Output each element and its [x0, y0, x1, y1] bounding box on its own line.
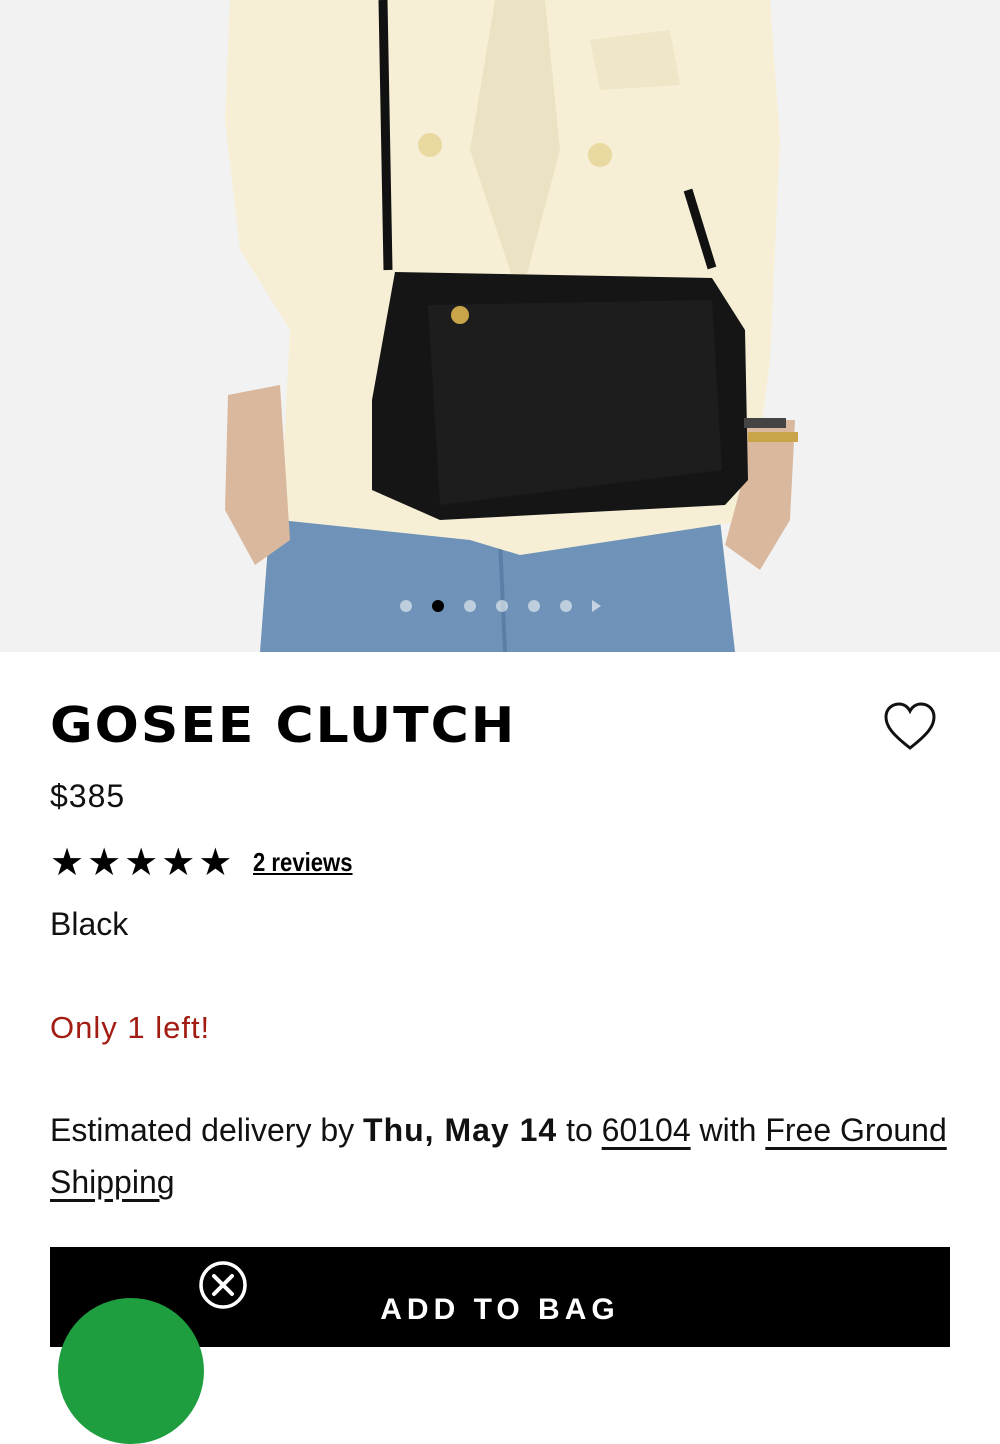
- product-title: GOSEE CLUTCH: [50, 697, 517, 755]
- reviews-link[interactable]: 2 reviews: [253, 847, 353, 878]
- selected-color: Black: [50, 906, 129, 942]
- star-icon: ★: [161, 840, 196, 884]
- star-icon: ★: [124, 840, 159, 884]
- carousel-dot[interactable]: [559, 600, 572, 612]
- carousel-dot[interactable]: [399, 600, 412, 612]
- heart-outline-icon: [884, 702, 936, 750]
- add-to-bag-label: ADD TO BAG: [380, 1293, 620, 1326]
- delivery-with: with: [690, 1112, 766, 1148]
- star-icon: ★: [198, 840, 233, 884]
- carousel-dot[interactable]: [463, 600, 476, 612]
- carousel-dot[interactable]: [527, 600, 540, 612]
- delivery-prefix: Estimated delivery by: [50, 1112, 364, 1148]
- zip-code-link[interactable]: 60104: [602, 1112, 691, 1148]
- delivery-date: Thu, May 14: [363, 1112, 558, 1148]
- carousel-dot[interactable]: [495, 600, 508, 612]
- star-icon: ★: [50, 840, 85, 884]
- product-photo: [0, 0, 1000, 652]
- delivery-to: to: [557, 1112, 602, 1148]
- chat-widget-button[interactable]: [58, 1298, 204, 1444]
- triangle-right-icon[interactable]: [591, 600, 601, 612]
- stock-notice: Only 1 left!: [50, 1010, 211, 1045]
- close-circle-icon[interactable]: [198, 1260, 248, 1310]
- carousel-indicator: [0, 598, 1000, 614]
- star-icon: ★: [87, 840, 122, 884]
- carousel-dot-active[interactable]: [431, 600, 444, 612]
- product-price: $385: [50, 778, 126, 814]
- favorite-button[interactable]: [880, 700, 940, 754]
- delivery-estimate: Estimated delivery by Thu, May 14 to 601…: [50, 1104, 950, 1208]
- rating-row: ★ ★ ★ ★ ★ 2 reviews: [50, 840, 370, 884]
- product-image-carousel[interactable]: [0, 0, 1000, 652]
